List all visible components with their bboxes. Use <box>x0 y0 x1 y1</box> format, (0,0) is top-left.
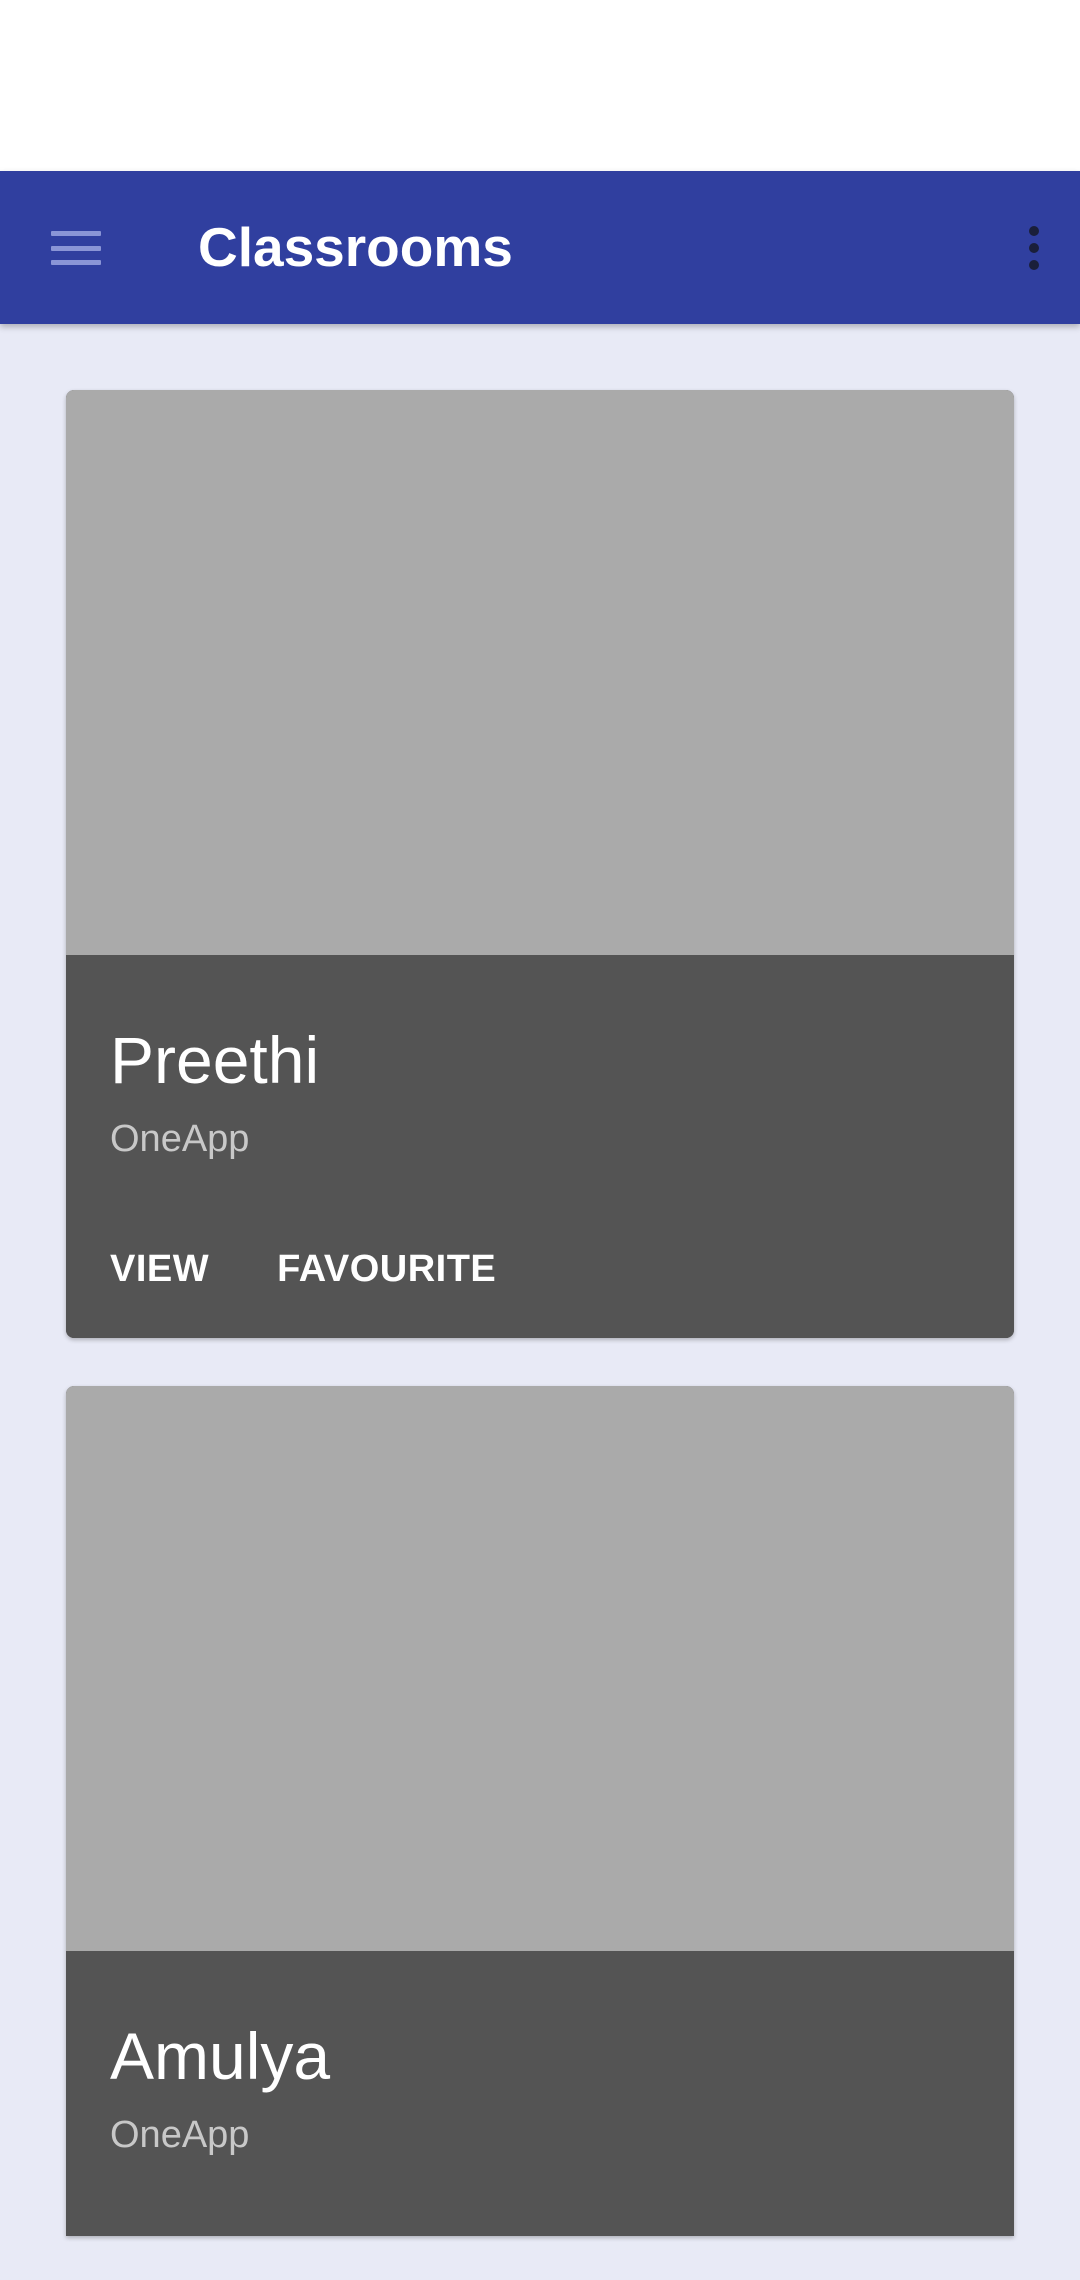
overflow-menu-button[interactable] <box>988 202 1080 294</box>
page-title: Classrooms <box>198 216 513 278</box>
status-bar <box>0 0 1080 171</box>
classroom-card-image <box>66 1386 1014 1951</box>
classroom-subtitle: OneApp <box>110 2114 250 2156</box>
app-bar: Classrooms <box>0 171 1080 324</box>
classroom-subtitle: OneApp <box>110 1118 250 1160</box>
navigation-menu-button[interactable] <box>30 202 122 294</box>
classroom-name: Amulya <box>110 2019 331 2093</box>
favourite-button[interactable]: FAVOURITE <box>277 1250 496 1288</box>
more-vert-icon <box>1029 226 1039 270</box>
classroom-card-body: Preethi OneApp VIEW FAVOURITE <box>66 955 1014 1338</box>
card-actions: VIEW FAVOURITE <box>110 1250 496 1288</box>
classroom-card[interactable]: Preethi OneApp VIEW FAVOURITE <box>66 390 1014 1338</box>
classroom-card[interactable]: Amulya OneApp <box>66 1386 1014 2236</box>
classroom-card-image <box>66 390 1014 955</box>
classroom-card-body: Amulya OneApp <box>66 1951 1014 2236</box>
classroom-name: Preethi <box>110 1023 320 1097</box>
hamburger-menu-icon <box>51 231 101 265</box>
view-button[interactable]: VIEW <box>110 1250 209 1288</box>
